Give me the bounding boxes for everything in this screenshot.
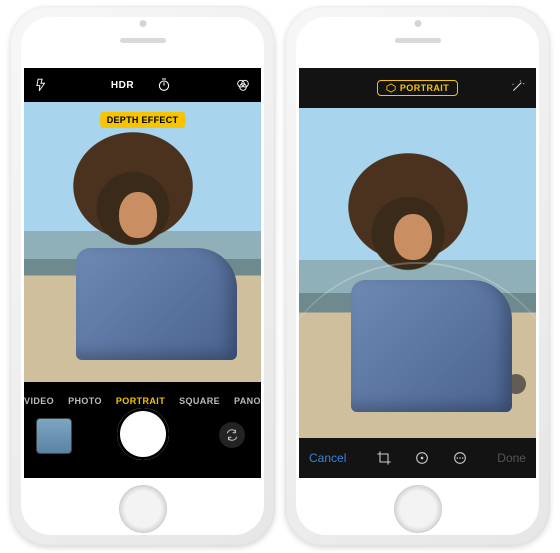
flash-icon[interactable] (34, 78, 48, 92)
filters-icon[interactable] (235, 77, 251, 93)
speaker-grille (395, 38, 441, 43)
phone-frame-left: HDR DEPTH EFFECT VIDEO PHOTO PORTRAIT SQ… (10, 6, 275, 546)
shutter-button[interactable] (117, 408, 169, 460)
switch-camera-button[interactable] (219, 422, 245, 448)
lighting-selector-icon[interactable] (403, 344, 433, 374)
portrait-pill-label: PORTRAIT (400, 83, 449, 93)
timer-icon[interactable] (156, 77, 172, 93)
cancel-button[interactable]: Cancel (309, 451, 346, 465)
natural-light-badge: NATURAL LIGHT (372, 316, 462, 332)
portrait-mode-pill[interactable]: PORTRAIT (377, 80, 458, 96)
speaker-grille (120, 38, 166, 43)
camera-topbar: HDR (24, 68, 261, 102)
depth-effect-badge: DEPTH EFFECT (100, 112, 186, 128)
mode-square[interactable]: SQUARE (179, 396, 220, 406)
mode-photo[interactable]: PHOTO (68, 396, 102, 406)
camera-mode-strip[interactable]: VIDEO PHOTO PORTRAIT SQUARE PANO (24, 396, 261, 406)
mode-portrait[interactable]: PORTRAIT (116, 396, 165, 406)
viewfinder-scene (24, 102, 261, 382)
edit-topbar: PORTRAIT (299, 68, 536, 108)
front-camera-dot (414, 20, 421, 27)
face-detect-dot-icon (468, 370, 476, 378)
more-icon[interactable] (452, 450, 468, 466)
edit-photo-scene: NATURAL LIGHT (299, 108, 536, 438)
subject-face (119, 192, 157, 238)
home-button[interactable] (394, 485, 442, 533)
phone-frame-right: NATURAL LIGHT PORTRAIT Cancel (285, 6, 550, 546)
subject-face (394, 214, 432, 260)
home-button[interactable] (119, 485, 167, 533)
lighting-option-dot[interactable] (506, 374, 526, 394)
crop-icon[interactable] (376, 450, 392, 466)
adjust-icon[interactable] (414, 450, 430, 466)
mode-pano[interactable]: PANO (234, 396, 261, 406)
photo-edit-screen: NATURAL LIGHT PORTRAIT Cancel (299, 68, 536, 478)
last-photo-thumbnail[interactable] (36, 418, 72, 454)
mode-video[interactable]: VIDEO (24, 396, 54, 406)
face-detect-dot-icon (480, 382, 488, 390)
front-camera-dot (139, 20, 146, 27)
lighting-dial-arc[interactable] (299, 262, 536, 404)
camera-app-screen: HDR DEPTH EFFECT VIDEO PHOTO PORTRAIT SQ… (24, 68, 261, 478)
hdr-toggle[interactable]: HDR (111, 80, 134, 91)
edit-bottombar: Cancel Done (299, 438, 536, 478)
magic-wand-icon[interactable] (510, 78, 526, 94)
lighting-option-dot[interactable] (486, 362, 506, 382)
done-button: Done (497, 451, 526, 465)
